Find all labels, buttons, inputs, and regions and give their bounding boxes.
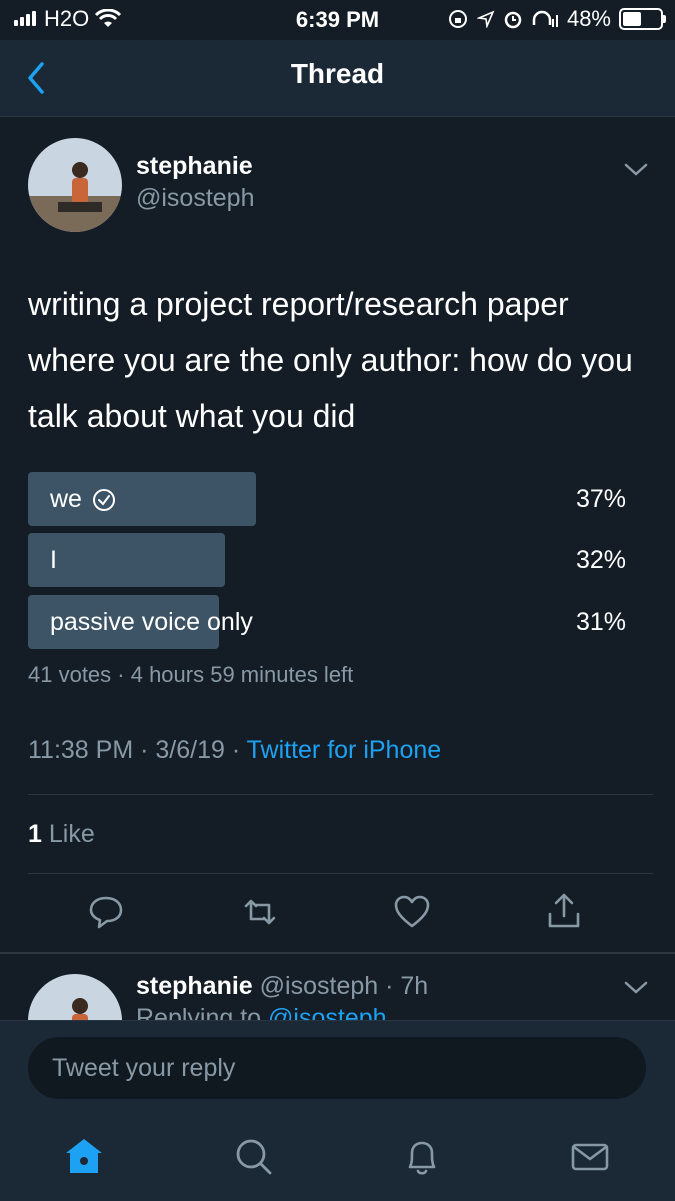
- poll-option-percent: 31%: [575, 608, 626, 636]
- avatar[interactable]: [28, 138, 122, 232]
- poll-option-label: passive voice only: [50, 608, 253, 636]
- alarm-icon: [504, 11, 522, 29]
- poll-option-percent: 32%: [575, 546, 626, 574]
- reply-composer: [28, 1037, 646, 1099]
- battery-percent: 48%: [566, 6, 611, 31]
- reply-input[interactable]: [28, 1037, 646, 1099]
- poll-summary: 41 votes · 4 hours 59 minutes left: [28, 662, 354, 687]
- location-icon: [476, 10, 495, 28]
- mail-icon[interactable]: [568, 1135, 612, 1179]
- status-right: 48%: [447, 6, 666, 32]
- bell-icon[interactable]: [400, 1135, 444, 1179]
- divider: [28, 873, 653, 874]
- tweet-meta: 11:38 PM · 3/6/19 · Twitter for iPhone: [28, 736, 441, 765]
- chevron-down-icon[interactable]: [622, 158, 650, 180]
- poll-option-we[interactable]: we 37%: [28, 472, 638, 526]
- home-icon[interactable]: [62, 1135, 106, 1179]
- bottom-bar: [0, 1020, 675, 1201]
- tweet-actions: [0, 890, 675, 940]
- search-icon[interactable]: [232, 1135, 276, 1179]
- reply-author-handle-time: @isosteph · 7h: [259, 972, 429, 1000]
- timestamp: 11:38 PM · 3/6/19 ·: [28, 736, 247, 764]
- retweet-icon[interactable]: [238, 890, 282, 934]
- author-name[interactable]: stephanie: [136, 152, 253, 181]
- share-icon[interactable]: [542, 890, 586, 934]
- author-handle[interactable]: @isosteph: [136, 184, 255, 213]
- poll-option-passive-voice[interactable]: passive voice only 31%: [28, 595, 638, 649]
- status-bar: H2O 6:39 PM 48%: [0, 0, 675, 40]
- reply-author[interactable]: stephanie @isosteph · 7h: [136, 972, 428, 1001]
- page-title: Thread: [290, 58, 385, 89]
- poll-option-label: we: [50, 485, 116, 514]
- likes-count[interactable]: 1 Like: [28, 820, 95, 849]
- reply-icon[interactable]: [84, 890, 128, 934]
- chevron-down-icon[interactable]: [622, 976, 650, 998]
- replying-handle[interactable]: @isosteph: [268, 1004, 387, 1020]
- divider: [28, 794, 653, 795]
- replying-to: Replying to @isosteph: [136, 1004, 387, 1020]
- battery-icon: [619, 8, 666, 30]
- poll-option-percent: 37%: [575, 485, 626, 513]
- tweet-text: writing a project report/research paper …: [28, 286, 633, 434]
- poll-bar: [28, 533, 225, 587]
- rotation-lock-icon: [448, 10, 467, 28]
- source-link[interactable]: Twitter for iPhone: [247, 736, 442, 764]
- nav-header: Thread: [0, 40, 675, 117]
- headphones-icon: [532, 10, 558, 27]
- poll-option-i[interactable]: I 32%: [28, 533, 638, 587]
- poll-option-label: I: [50, 546, 57, 574]
- heart-icon[interactable]: [390, 890, 434, 934]
- check-circle-icon: [92, 488, 115, 511]
- reply-author-name: stephanie: [136, 972, 253, 1000]
- section-divider: [0, 952, 675, 954]
